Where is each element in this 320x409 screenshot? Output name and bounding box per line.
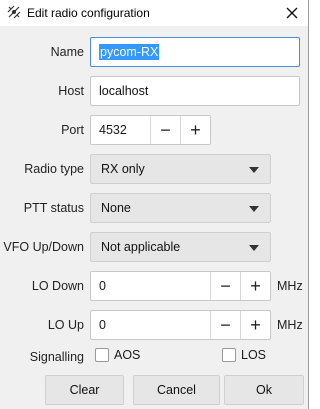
los-checkbox-box[interactable] <box>222 348 236 362</box>
port-label: Port <box>61 123 84 137</box>
satellite-icon <box>7 5 21 19</box>
host-input[interactable]: localhost <box>90 76 300 106</box>
signalling-label: Signalling <box>29 350 84 364</box>
aos-checkbox[interactable]: AOS <box>95 348 140 362</box>
port-spinbox[interactable]: 4532 − + <box>90 115 211 145</box>
ptt-status-select[interactable]: None <box>90 193 271 223</box>
aos-label: AOS <box>114 348 141 362</box>
vfo-updown-value: Not applicable <box>101 240 181 254</box>
aos-checkbox-box[interactable] <box>95 348 109 362</box>
lo-down-value: 0 <box>99 279 106 293</box>
lo-down-increment-button[interactable]: + <box>240 272 270 300</box>
ok-button[interactable]: Ok <box>224 375 304 405</box>
radio-type-select[interactable]: RX only <box>90 154 271 184</box>
name-input[interactable]: pycom-RX <box>90 37 300 67</box>
lo-down-unit: MHz <box>277 279 303 293</box>
radio-type-label: Radio type <box>24 162 84 176</box>
close-button[interactable] <box>280 2 304 24</box>
lo-down-spinbox[interactable]: 0 − + <box>90 271 271 301</box>
ptt-status-value: None <box>101 201 131 215</box>
lo-up-label: LO Up <box>47 318 84 332</box>
host-value: localhost <box>99 84 149 98</box>
lo-up-spinbox[interactable]: 0 − + <box>90 310 271 340</box>
lo-up-unit: MHz <box>277 318 303 332</box>
chevron-down-icon <box>249 206 259 212</box>
ptt-status-label: PTT status <box>23 201 84 215</box>
cancel-button[interactable]: Cancel <box>133 375 220 405</box>
vfo-updown-label: VFO Up/Down <box>3 240 84 254</box>
radio-type-value: RX only <box>101 162 145 176</box>
port-decrement-button[interactable]: − <box>150 116 180 144</box>
lo-down-label: LO Down <box>31 279 84 293</box>
clear-button[interactable]: Clear <box>45 375 124 405</box>
edit-radio-dialog: Edit radio configuration Name pycom-RX H… <box>0 0 309 409</box>
lo-up-value: 0 <box>99 318 106 332</box>
host-label: Host <box>58 84 84 98</box>
chevron-down-icon <box>249 245 259 251</box>
title-bar: Edit radio configuration <box>0 0 308 26</box>
los-checkbox[interactable]: LOS <box>222 348 266 362</box>
lo-down-decrement-button[interactable]: − <box>210 272 240 300</box>
lo-up-decrement-button[interactable]: − <box>210 311 240 339</box>
close-icon <box>286 7 298 19</box>
name-label: Name <box>50 45 84 59</box>
los-label: LOS <box>241 348 267 362</box>
lo-up-increment-button[interactable]: + <box>240 311 270 339</box>
chevron-down-icon <box>249 167 259 173</box>
window-title: Edit radio configuration <box>27 6 150 20</box>
port-value: 4532 <box>99 123 127 137</box>
port-increment-button[interactable]: + <box>180 116 210 144</box>
vfo-updown-select[interactable]: Not applicable <box>90 232 271 262</box>
name-value: pycom-RX <box>99 44 160 60</box>
